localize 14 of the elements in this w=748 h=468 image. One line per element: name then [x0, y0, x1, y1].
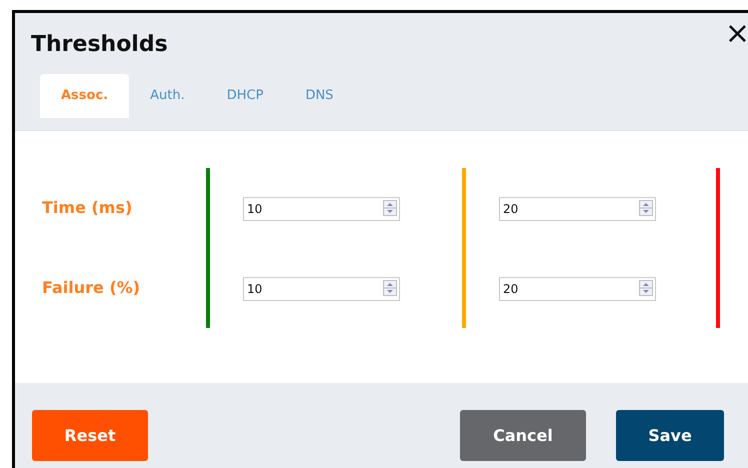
number-field[interactable]: 10	[243, 277, 400, 301]
row-label: Failure (%)	[42, 277, 142, 299]
spinner-icon[interactable]	[639, 200, 653, 216]
spinner-icon[interactable]	[639, 280, 653, 296]
spinner-icon[interactable]	[383, 200, 397, 216]
dialog-title: Thresholds	[31, 31, 168, 59]
number-field[interactable]: 20	[499, 197, 656, 221]
number-field[interactable]: 10	[243, 197, 400, 221]
save-button[interactable]: Save	[616, 410, 724, 461]
row-label: Time (ms)	[42, 197, 134, 219]
number-field[interactable]: 20	[499, 277, 656, 301]
close-button[interactable]: ×	[724, 19, 748, 49]
cancel-button[interactable]: Cancel	[460, 410, 586, 461]
spinner-icon[interactable]	[383, 280, 397, 296]
